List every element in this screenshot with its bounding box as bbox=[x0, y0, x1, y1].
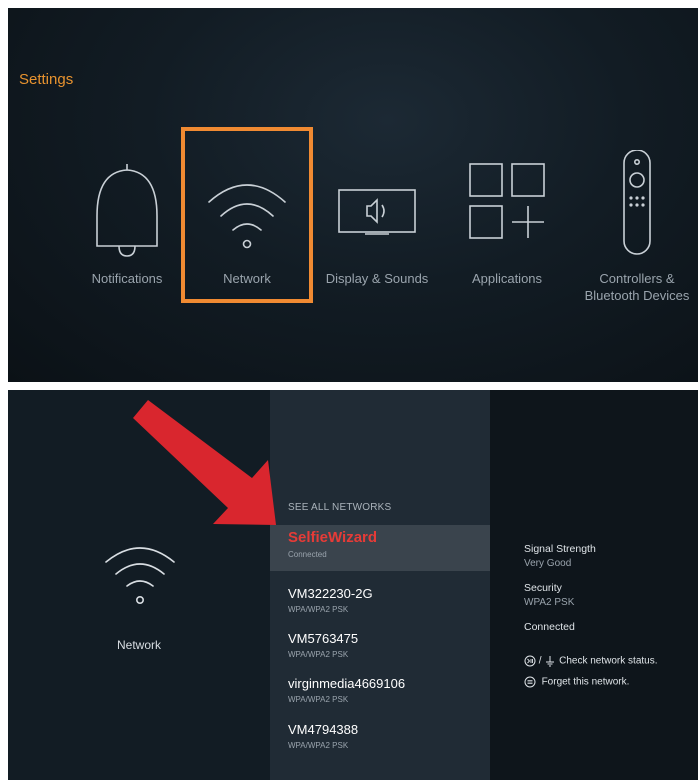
network-screen: Network SEE ALL NETWORKS SelfieWizard Co… bbox=[8, 390, 698, 780]
signal-strength-value: Very Good bbox=[524, 558, 572, 569]
category-label: Controllers & Bluetooth Devices bbox=[584, 271, 690, 303]
network-item[interactable]: VM322230-2G WPA/WPA2 PSK bbox=[270, 580, 490, 626]
network-name: virginmedia4669106 bbox=[288, 676, 406, 691]
check-status-hint: / Check network status. bbox=[524, 655, 658, 667]
hint-text: Forget this network. bbox=[541, 676, 630, 688]
focus-highlight bbox=[181, 127, 313, 303]
forget-network-hint: Forget this network. bbox=[524, 676, 629, 688]
network-name: VM5763475 bbox=[288, 631, 359, 646]
category-display-sounds[interactable]: Display & Sounds bbox=[307, 120, 447, 320]
network-status: Connected bbox=[288, 550, 327, 559]
connection-status: Connected bbox=[524, 621, 575, 633]
hint-text: Check network status. bbox=[559, 655, 658, 667]
see-all-networks[interactable]: SEE ALL NETWORKS bbox=[288, 502, 391, 513]
play-pause-button-icon bbox=[524, 655, 536, 667]
network-item[interactable]: VM4794388 WPA/WPA2 PSK bbox=[270, 716, 490, 762]
remote-icon bbox=[623, 150, 651, 255]
category-controllers-bluetooth[interactable]: Controllers & Bluetooth Devices bbox=[567, 120, 698, 320]
network-details: Signal Strength Very Good Security WPA2 … bbox=[490, 390, 698, 780]
network-item[interactable]: VM5763475 WPA/WPA2 PSK bbox=[270, 625, 490, 671]
network-name: SelfieWizard bbox=[288, 529, 378, 546]
apps-grid-icon bbox=[469, 163, 545, 239]
wifi-icon bbox=[105, 547, 175, 604]
signal-strength-label: Signal Strength bbox=[524, 543, 596, 555]
network-security: WPA/WPA2 PSK bbox=[288, 741, 349, 750]
security-label: Security bbox=[524, 582, 562, 594]
hint-separator: / bbox=[538, 655, 542, 667]
network-item[interactable]: virginmedia4669106 WPA/WPA2 PSK bbox=[270, 670, 490, 716]
network-security: WPA/WPA2 PSK bbox=[288, 650, 349, 659]
network-name: VM322230-2G bbox=[288, 586, 373, 601]
network-list: SEE ALL NETWORKS SelfieWizard Connected … bbox=[270, 390, 490, 780]
menu-button-icon bbox=[524, 676, 536, 688]
network-name: VM4794388 bbox=[288, 722, 359, 737]
ethernet-icon bbox=[546, 656, 555, 667]
category-notifications[interactable]: Notifications bbox=[57, 120, 197, 320]
network-security: WPA/WPA2 PSK bbox=[288, 605, 349, 614]
settings-screen: Settings Notifications Network Display &… bbox=[8, 8, 698, 382]
tv-speaker-icon bbox=[338, 189, 416, 235]
network-section-label: Network bbox=[116, 638, 161, 652]
category-applications[interactable]: Applications bbox=[437, 120, 577, 320]
network-security: WPA/WPA2 PSK bbox=[288, 695, 349, 704]
arrow-annotation-icon bbox=[133, 400, 276, 525]
security-value: WPA2 PSK bbox=[524, 597, 575, 608]
bell-icon bbox=[96, 164, 158, 257]
page-title: Settings bbox=[19, 71, 74, 88]
network-item-selfiewizard[interactable]: SelfieWizard Connected bbox=[270, 525, 490, 571]
